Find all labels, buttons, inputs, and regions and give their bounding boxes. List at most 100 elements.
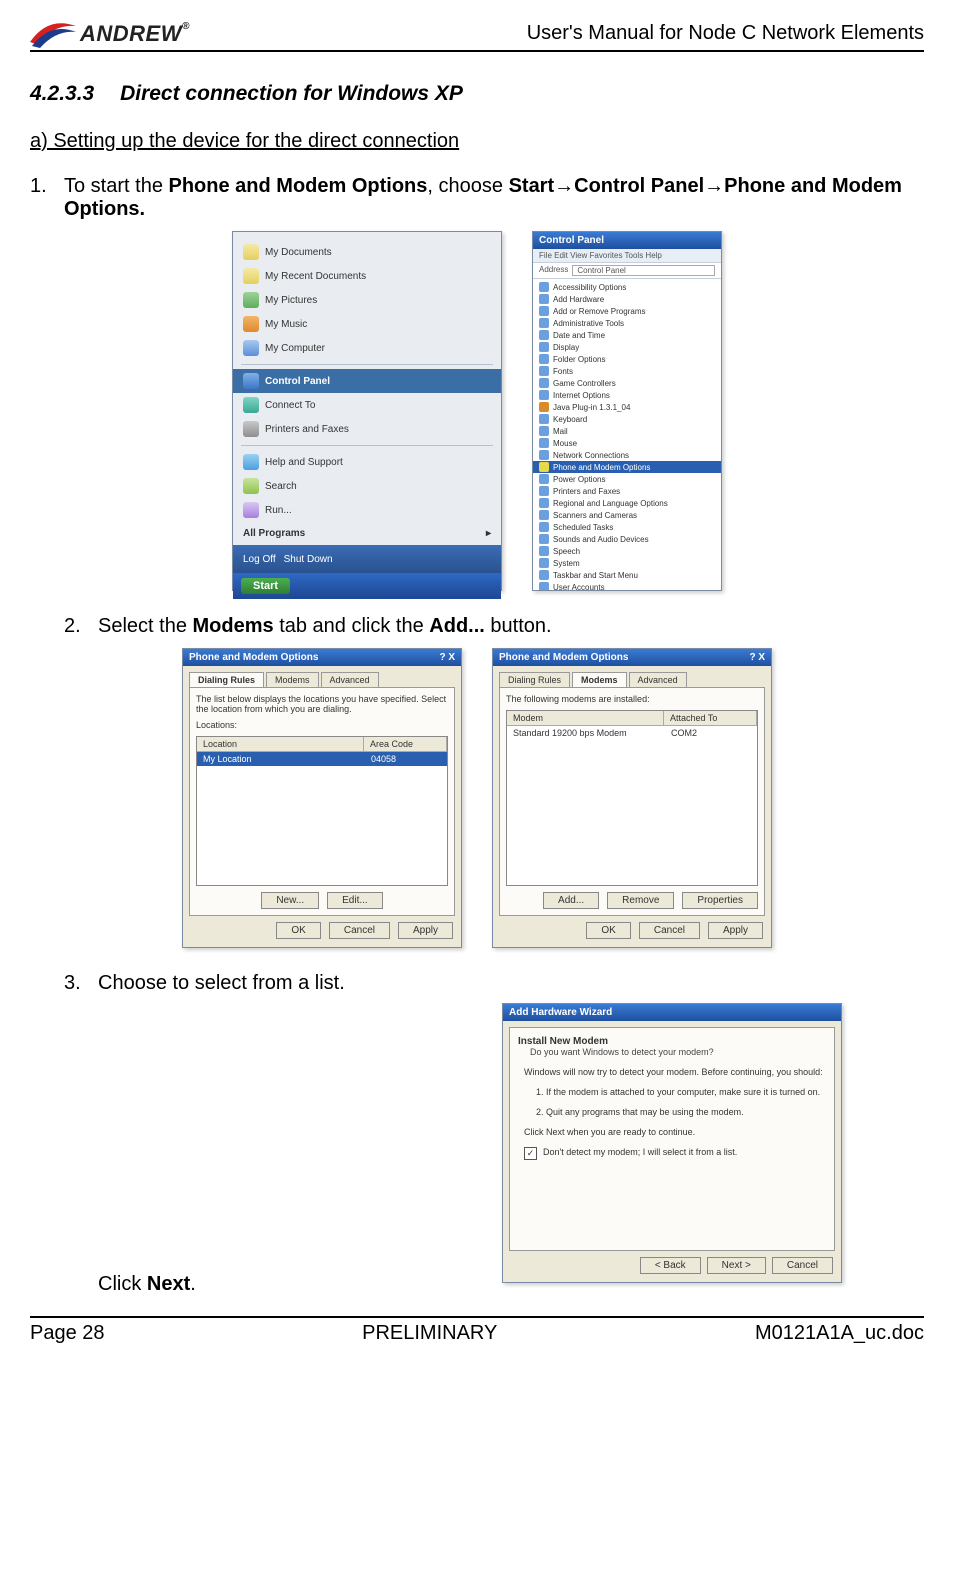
step-3-text: Choose to select from a list. <box>98 972 924 995</box>
startmenu-item[interactable]: Help and Support <box>233 450 501 474</box>
wizard-text: Click Next when you are ready to continu… <box>524 1127 826 1137</box>
item-icon <box>539 366 549 376</box>
section-title: Direct connection for Windows XP <box>120 82 463 105</box>
close-icon[interactable]: ? X <box>749 652 765 663</box>
logo-swoosh-icon <box>30 20 76 48</box>
run-icon <box>243 502 259 518</box>
checkbox-icon[interactable]: ✓ <box>524 1147 537 1160</box>
list-item[interactable]: System <box>533 557 721 569</box>
item-icon <box>539 498 549 508</box>
startmenu-all-programs[interactable]: All Programs▸ <box>233 522 501 545</box>
list-item[interactable]: Regional and Language Options <box>533 497 721 509</box>
ok-button[interactable]: OK <box>276 922 320 939</box>
list-item[interactable]: Mouse <box>533 437 721 449</box>
cancel-button[interactable]: Cancel <box>772 1257 833 1274</box>
tab-dialing-rules[interactable]: Dialing Rules <box>189 672 264 687</box>
back-button[interactable]: < Back <box>640 1257 701 1274</box>
address-bar[interactable]: Address Control Panel <box>533 263 721 279</box>
cancel-button[interactable]: Cancel <box>329 922 390 939</box>
wizard-subheading: Do you want Windows to detect your modem… <box>530 1047 826 1057</box>
start-button[interactable]: Start <box>241 578 290 594</box>
step-2-number: 2. <box>64 615 98 638</box>
list-item[interactable]: Folder Options <box>533 353 721 365</box>
startmenu-item[interactable]: My Music <box>233 312 501 336</box>
startmenu-item[interactable]: My Recent Documents <box>233 264 501 288</box>
list-item[interactable]: User Accounts <box>533 581 721 590</box>
tab-modems[interactable]: Modems <box>572 672 627 687</box>
properties-button[interactable]: Properties <box>682 892 758 909</box>
startmenu-item[interactable]: Printers and Faxes <box>233 417 501 441</box>
apply-button[interactable]: Apply <box>398 922 453 939</box>
list-item[interactable]: Scheduled Tasks <box>533 521 721 533</box>
logo: ANDREW® <box>30 20 190 48</box>
logoff-button[interactable]: Log Off <box>243 554 276 565</box>
item-icon <box>539 342 549 352</box>
apply-button[interactable]: Apply <box>708 922 763 939</box>
item-icon <box>539 354 549 364</box>
item-icon <box>539 318 549 328</box>
music-icon <box>243 316 259 332</box>
list-item[interactable]: Mail <box>533 425 721 437</box>
list-item[interactable]: Sounds and Audio Devices <box>533 533 721 545</box>
item-icon <box>539 294 549 304</box>
list-item[interactable]: Internet Options <box>533 389 721 401</box>
item-icon <box>539 426 549 436</box>
list-item[interactable]: Network Connections <box>533 449 721 461</box>
ok-button[interactable]: OK <box>586 922 630 939</box>
item-icon <box>539 546 549 556</box>
shutdown-button[interactable]: Shut Down <box>284 554 333 565</box>
tab-advanced[interactable]: Advanced <box>321 672 379 687</box>
list-item[interactable]: Accessibility Options <box>533 281 721 293</box>
list-item[interactable]: Add Hardware <box>533 293 721 305</box>
locations-list[interactable]: LocationArea Code My Location04058 <box>196 736 448 886</box>
dialog-tabstrip: Dialing Rules Modems Advanced <box>183 666 461 687</box>
list-item[interactable]: Power Options <box>533 473 721 485</box>
remove-button[interactable]: Remove <box>607 892 674 909</box>
modems-list[interactable]: ModemAttached To Standard 19200 bps Mode… <box>506 710 758 886</box>
list-item[interactable]: Administrative Tools <box>533 317 721 329</box>
list-item-phone-modem[interactable]: Phone and Modem Options <box>533 461 721 473</box>
list-item[interactable]: Game Controllers <box>533 377 721 389</box>
list-item[interactable]: Display <box>533 341 721 353</box>
add-button[interactable]: Add... <box>543 892 599 909</box>
startmenu-item[interactable]: Run... <box>233 498 501 522</box>
list-item[interactable]: Java Plug-in 1.3.1_04 <box>533 401 721 413</box>
close-icon[interactable]: ? X <box>439 652 455 663</box>
next-button[interactable]: Next > <box>707 1257 766 1274</box>
help-icon <box>243 454 259 470</box>
tab-advanced[interactable]: Advanced <box>629 672 687 687</box>
wizard-checkbox-row[interactable]: ✓ Don't detect my modem; I will select i… <box>524 1147 826 1160</box>
tab-dialing-rules[interactable]: Dialing Rules <box>499 672 570 687</box>
startmenu-item-control-panel[interactable]: Control Panel <box>233 369 501 393</box>
item-icon <box>539 510 549 520</box>
list-item[interactable]: Fonts <box>533 365 721 377</box>
screenshot-dialing-rules-dialog: Phone and Modem Options ? X Dialing Rule… <box>182 648 462 948</box>
startmenu-item[interactable]: My Documents <box>233 240 501 264</box>
list-item[interactable]: Speech <box>533 545 721 557</box>
list-row-selected[interactable]: My Location04058 <box>197 752 447 766</box>
startmenu-item[interactable]: My Computer <box>233 336 501 360</box>
item-icon <box>539 438 549 448</box>
list-row[interactable]: Standard 19200 bps ModemCOM2 <box>507 726 757 740</box>
list-item[interactable]: Printers and Faxes <box>533 485 721 497</box>
control-panel-list: Accessibility Options Add Hardware Add o… <box>533 279 721 590</box>
wizard-heading: Install New Modem <box>518 1036 826 1047</box>
startmenu-item[interactable]: My Pictures <box>233 288 501 312</box>
list-item[interactable]: Date and Time <box>533 329 721 341</box>
window-menubar[interactable]: File Edit View Favorites Tools Help <box>533 249 721 263</box>
screenshot-modems-dialog: Phone and Modem Options ? X Dialing Rule… <box>492 648 772 948</box>
startmenu-item[interactable]: Search <box>233 474 501 498</box>
tab-modems[interactable]: Modems <box>266 672 319 687</box>
cancel-button[interactable]: Cancel <box>639 922 700 939</box>
list-item[interactable]: Add or Remove Programs <box>533 305 721 317</box>
new-button[interactable]: New... <box>261 892 319 909</box>
edit-button[interactable]: Edit... <box>327 892 383 909</box>
chevron-right-icon: ▸ <box>486 528 491 539</box>
list-item[interactable]: Scanners and Cameras <box>533 509 721 521</box>
startmenu-item[interactable]: Connect To <box>233 393 501 417</box>
item-icon <box>539 486 549 496</box>
list-item[interactable]: Taskbar and Start Menu <box>533 569 721 581</box>
list-item[interactable]: Keyboard <box>533 413 721 425</box>
footer-page: Page 28 <box>30 1322 105 1345</box>
screenshot-add-hardware-wizard: Add Hardware Wizard Install New Modem Do… <box>502 1003 842 1283</box>
